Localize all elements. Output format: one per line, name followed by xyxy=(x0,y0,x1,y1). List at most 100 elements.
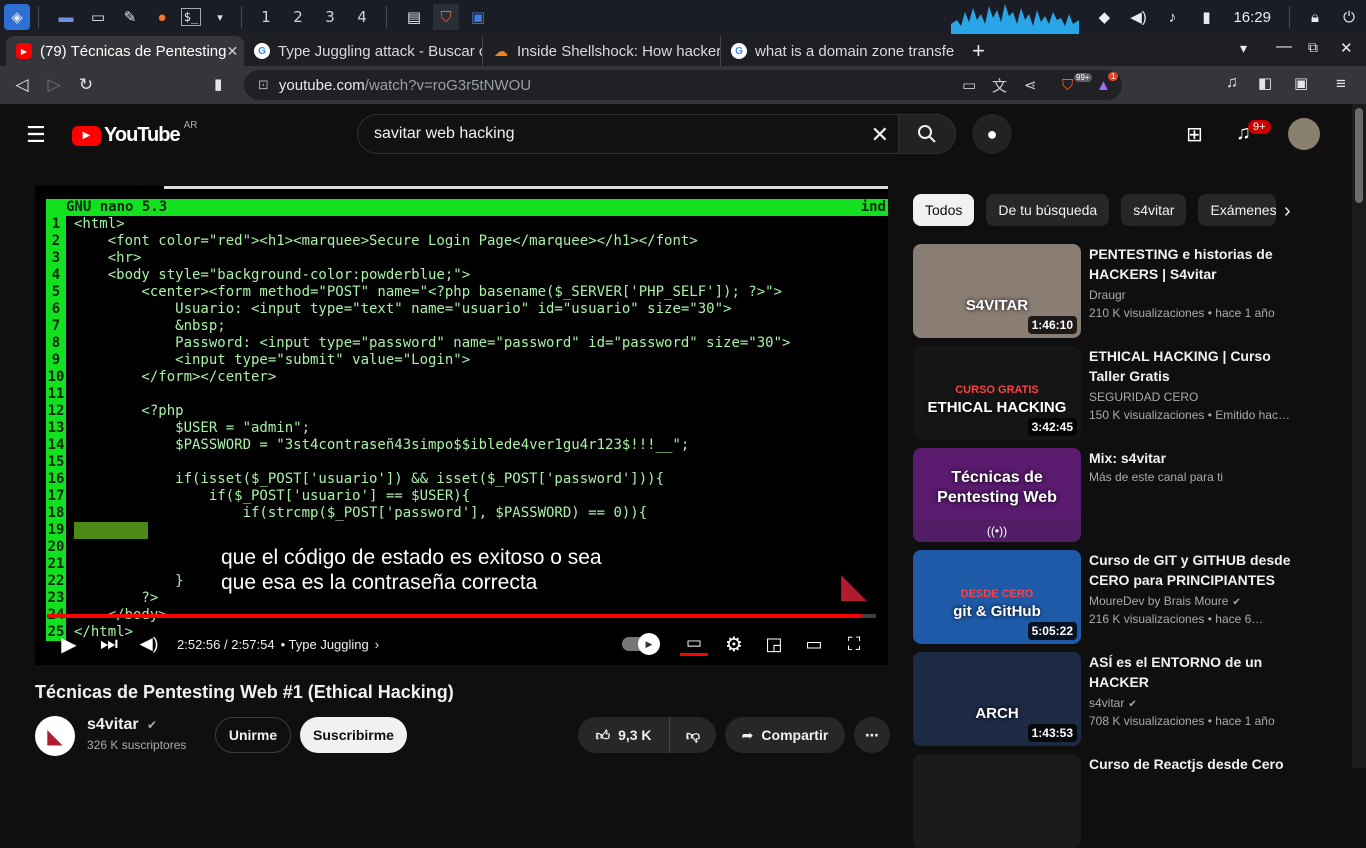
window-files-icon[interactable]: ▤ xyxy=(401,4,427,30)
firefox-icon[interactable]: ● xyxy=(149,4,175,30)
new-tab-button[interactable]: + xyxy=(972,38,985,64)
chip-s4vitar[interactable]: s4vitar xyxy=(1121,194,1187,226)
recommendation-item[interactable]: S4VITAR 1:46:10 PENTESTING e historias de … xyxy=(913,244,1293,338)
recommendation-title[interactable]: ETHICAL HACKING | Curso Taller Gratis xyxy=(1089,346,1293,386)
chip-examenes[interactable]: Exámenes xyxy=(1198,194,1277,226)
channel-avatar[interactable]: ◣ xyxy=(35,716,75,756)
cast-icon[interactable]: ▭ xyxy=(962,76,976,94)
chapter-label[interactable]: • Type Juggling xyxy=(281,637,369,652)
settings-gear-icon[interactable]: ⚙ xyxy=(714,632,754,657)
scrollbar-thumb[interactable] xyxy=(1355,108,1363,203)
workspace-2[interactable]: 2 xyxy=(282,8,314,26)
close-icon[interactable]: ✕ xyxy=(227,43,239,60)
volume-icon[interactable]: ◀) xyxy=(129,634,169,654)
desktop-icon[interactable]: ▬ xyxy=(53,4,79,30)
recommendation-title[interactable]: PENTESTING e historias de HACKERS | S4vi… xyxy=(1089,244,1293,284)
close-window-icon[interactable]: ✕ xyxy=(1340,39,1353,57)
recommendation-item[interactable]: ARCH 1:43:53 ASÍ es el ENTORNO de un HACKE… xyxy=(913,652,1293,746)
text-editor-icon[interactable]: ✎ xyxy=(117,4,143,30)
recommendation-title[interactable]: Mix: s4vitar xyxy=(1089,448,1293,468)
chips-next-chevron-icon[interactable]: › xyxy=(1284,200,1291,223)
recommendation-item[interactable]: DESDE CERO git & GitHub 5:05:22 Curso de GI… xyxy=(913,550,1293,644)
wifi-icon[interactable]: ◆ xyxy=(1087,8,1121,26)
channel-name[interactable]: s4vitar ✔ xyxy=(87,716,157,734)
brave-shields-icon[interactable]: ⛉ xyxy=(1062,77,1073,94)
lock-icon[interactable]: 🔒︎ xyxy=(1298,9,1332,26)
recommendation-item[interactable]: Técnicas de Pentesting Web ((•)) Mix: s4vi… xyxy=(913,448,1293,542)
forward-icon[interactable]: ▷ xyxy=(38,75,70,95)
video-thumbnail[interactable]: CURSO GRATIS ETHICAL HACKING 3:42:45 xyxy=(913,346,1081,440)
next-icon[interactable]: ⏭ xyxy=(89,633,129,656)
search-button[interactable] xyxy=(898,114,956,154)
tab-google-search[interactable]: G Type Juggling attack - Buscar c xyxy=(244,36,482,66)
recommendation-item[interactable]: Curso de Reactjs desde Cero xyxy=(913,754,1293,848)
minimize-icon[interactable]: — xyxy=(1276,38,1292,56)
autoplay-toggle[interactable]: ▶ xyxy=(622,633,660,655)
theater-mode-icon[interactable]: ▭ xyxy=(794,634,834,655)
recommendation-channel[interactable]: MoureDev by Brais Moure ✔ xyxy=(1089,594,1241,608)
recommendation-channel[interactable]: SEGURIDAD CERO xyxy=(1089,390,1198,404)
subscribe-button[interactable]: Suscribirme xyxy=(300,717,407,753)
voice-search-button[interactable]: ● xyxy=(972,114,1012,154)
workspace-3[interactable]: 3 xyxy=(314,8,346,26)
video-thumbnail[interactable]: S4VITAR 1:46:10 xyxy=(913,244,1081,338)
reload-icon[interactable]: ↻ xyxy=(70,75,102,95)
subtitles-icon[interactable]: ▭ xyxy=(680,633,708,656)
video-thumbnail[interactable] xyxy=(913,754,1081,848)
video-player[interactable]: GNU nano 5.3 ind 1 <html> 2 <font color="re… xyxy=(35,186,888,665)
share-button[interactable]: ➦ Compartir xyxy=(725,717,845,753)
site-info-icon[interactable]: ⊡ xyxy=(258,77,269,93)
chip-de-tu-busqueda[interactable]: De tu búsqueda xyxy=(986,194,1110,226)
clear-search-icon[interactable]: ✕ xyxy=(871,122,889,148)
recommendation-title[interactable]: Curso de GIT y GITHUB desde CERO para PR… xyxy=(1089,550,1293,590)
youtube-logo[interactable]: ▶ YouTube AR xyxy=(72,120,197,147)
recommendation-channel[interactable]: Más de este canal para ti xyxy=(1089,470,1223,484)
file-manager-icon[interactable]: ▭ xyxy=(85,4,111,30)
wallet-icon[interactable]: ▣ xyxy=(1294,74,1308,92)
maximize-icon[interactable]: ⧉ xyxy=(1308,39,1318,56)
workspace-4[interactable]: 4 xyxy=(346,8,378,26)
recommendation-item[interactable]: CURSO GRATIS ETHICAL HACKING 3:42:45 ETHICA… xyxy=(913,346,1293,440)
video-thumbnail[interactable]: Técnicas de Pentesting Web ((•)) xyxy=(913,448,1081,542)
chevron-down-icon[interactable]: ▾ xyxy=(207,4,233,30)
recommendation-channel[interactable]: Draugr xyxy=(1089,288,1126,302)
tab-cloudflare[interactable]: ☁ Inside Shellshock: How hacker xyxy=(482,36,720,66)
notification-bell-icon[interactable]: ♪ xyxy=(1155,9,1189,26)
recommendation-title[interactable]: Curso de Reactjs desde Cero xyxy=(1089,754,1293,774)
video-progress-bar[interactable] xyxy=(47,614,876,618)
recommendation-title[interactable]: ASÍ es el ENTORNO de un HACKER xyxy=(1089,652,1293,692)
back-icon[interactable]: ◁ xyxy=(6,75,38,95)
bookmark-icon[interactable]: ▮ xyxy=(214,75,222,93)
hamburger-menu-icon[interactable]: ☰ xyxy=(26,122,46,148)
create-video-icon[interactable]: ⊞ xyxy=(1186,122,1203,147)
kali-menu-icon[interactable]: ◈ xyxy=(4,4,30,30)
battery-icon[interactable]: ▮ xyxy=(1189,8,1223,26)
tab-youtube[interactable]: ▶ (79) Técnicas de Pentesting ✕ xyxy=(6,36,244,66)
play-icon[interactable]: ▶ xyxy=(49,632,89,657)
miniplayer-icon[interactable]: ◲ xyxy=(754,634,794,655)
more-actions-button[interactable]: ⋯ xyxy=(854,717,890,753)
volume-icon[interactable]: ◀) xyxy=(1121,8,1155,26)
share-icon[interactable]: ⋖ xyxy=(1024,76,1037,94)
url-bar[interactable]: ⊡ youtube.com/watch?v=roG3r5tNWOU ▭ 文 ⋖ … xyxy=(244,70,1122,100)
join-button[interactable]: Unirme xyxy=(215,717,291,753)
terminal-icon[interactable]: $_ xyxy=(181,8,201,26)
chapter-chevron-icon[interactable]: › xyxy=(375,637,379,652)
window-app-icon[interactable]: ▣ xyxy=(465,4,491,30)
page-scrollbar[interactable] xyxy=(1352,104,1366,768)
like-button[interactable]: 👍︎ 9,3 K xyxy=(578,717,670,753)
menu-icon[interactable]: ≡ xyxy=(1336,74,1346,94)
clock[interactable]: 16:29 xyxy=(1233,9,1271,26)
sidebar-icon[interactable]: ◧ xyxy=(1258,74,1272,92)
video-thumbnail[interactable]: DESDE CERO git & GitHub 5:05:22 xyxy=(913,550,1081,644)
recommendation-channel[interactable]: s4vitar ✔ xyxy=(1089,696,1137,710)
search-input[interactable]: savitar web hacking ✕ xyxy=(357,114,899,154)
window-brave-icon[interactable]: ⛉ xyxy=(433,4,459,30)
tab-search-icon[interactable]: ▾ xyxy=(1240,40,1247,57)
media-icon[interactable]: ♫ xyxy=(1226,74,1238,92)
avatar[interactable] xyxy=(1288,118,1320,150)
workspace-1[interactable]: 1 xyxy=(250,8,282,26)
translate-icon[interactable]: 文 xyxy=(992,75,1007,96)
dislike-button[interactable]: 👎︎ xyxy=(670,717,716,753)
chip-todos[interactable]: Todos xyxy=(913,194,975,226)
